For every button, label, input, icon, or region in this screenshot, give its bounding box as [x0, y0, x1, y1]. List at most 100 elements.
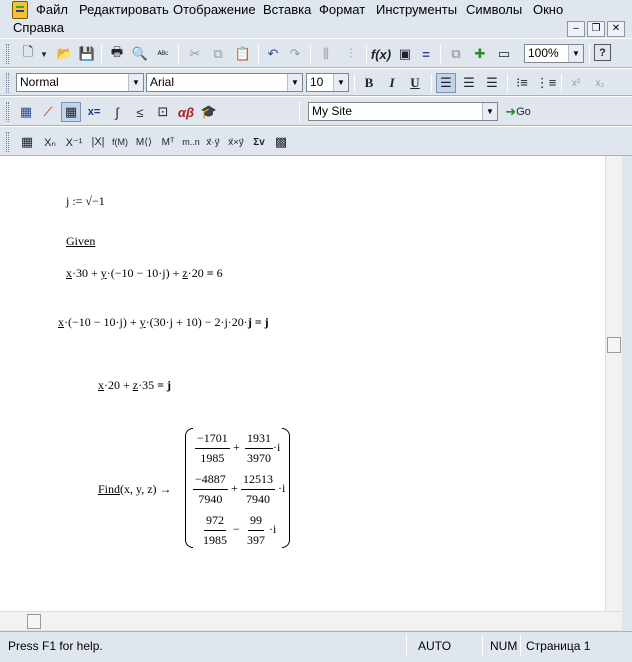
copy-icon[interactable]: ⧉ [208, 44, 228, 64]
matrix-row3-real: 972 1985 [203, 513, 227, 547]
equation-j-definition[interactable]: j := √−1 [66, 194, 105, 209]
greek-icon[interactable]: αβ [176, 102, 196, 122]
menu-edit[interactable]: Редактировать [79, 1, 169, 19]
menu-view[interactable]: Отображение [173, 1, 256, 19]
boolean-icon[interactable]: ≤ [130, 102, 150, 122]
separator [101, 45, 102, 63]
resource-site-select[interactable]: My Site ▼ [308, 102, 498, 121]
align-right-icon[interactable]: ☰ [482, 73, 502, 93]
chevron-down-icon[interactable]: ▼ [128, 74, 143, 91]
matrix-icon[interactable]: ▦ [61, 102, 81, 122]
calculator-icon[interactable]: ▦ [16, 102, 36, 122]
vector-sum-icon[interactable]: Σv [249, 132, 269, 152]
align-icon[interactable]: ⫼ [316, 44, 336, 64]
print-icon[interactable]: 🖶 [107, 44, 127, 64]
chevron-down-icon[interactable]: ▼ [287, 74, 302, 91]
size-value: 10 [310, 75, 324, 89]
worksheet[interactable]: j := √−1 Given x·30 + y·(−10 − 10·j) + z… [0, 156, 605, 611]
help-icon[interactable]: ? [594, 44, 611, 61]
cross-product-icon[interactable]: x⃗×y⃗ [226, 132, 246, 152]
menu-window[interactable]: Окно [533, 1, 563, 19]
menu-file[interactable]: Файл [36, 1, 68, 19]
align-center-icon[interactable]: ☰ [459, 73, 479, 93]
bold-icon[interactable]: B [359, 73, 379, 93]
graph-icon[interactable]: ⟋ [38, 102, 58, 122]
print-preview-icon[interactable]: 🔍 [130, 44, 150, 64]
chevron-down-icon[interactable]: ▼ [568, 45, 583, 62]
numbering-icon[interactable]: ⋮≡ [536, 73, 557, 93]
column-icon[interactable]: M⟨⟩ [134, 132, 154, 152]
toolbar-grip[interactable] [6, 73, 9, 93]
evaluation-icon[interactable]: x= [84, 102, 104, 122]
vectorize-icon[interactable]: f(M) [110, 132, 130, 152]
go-button[interactable]: ➜ Go [500, 102, 536, 122]
constraint-3[interactable]: x·20 + z·35 = j [98, 378, 171, 393]
open-icon[interactable]: 📂 [55, 44, 75, 64]
vertical-scroll-thumb[interactable] [607, 337, 621, 353]
restore-icon[interactable]: ❐ [587, 21, 605, 37]
matrix-insert-icon[interactable]: ▦ [17, 132, 37, 152]
separator [310, 45, 311, 63]
close-icon[interactable]: ✕ [607, 21, 625, 37]
formatting-toolbar: Normal ▼ Arial ▼ 10 ▼ B I U ☰ ☰ ☰ ⁝≡ ⋮≡ … [0, 68, 632, 96]
constraint-1[interactable]: x·30 + y·(−10 − 10·j) + z·20 = 6 [66, 266, 223, 281]
chevron-down-icon[interactable]: ▼ [482, 103, 497, 120]
menu-help[interactable]: Справка [13, 19, 64, 37]
size-select[interactable]: 10 ▼ [306, 73, 349, 92]
menu-format[interactable]: Формат [319, 1, 365, 19]
save-icon[interactable]: 💾 [77, 44, 97, 64]
toolbar-grip[interactable] [6, 44, 9, 64]
zoom-select[interactable]: 100% ▼ [524, 44, 584, 63]
align-down-icon[interactable]: ⫶ [341, 44, 361, 64]
spell-check-icon[interactable]: ᴬᴮᶜ [153, 44, 173, 64]
matrix-row2-imag: 12513 7940 [241, 472, 275, 506]
unit-icon[interactable]: ▣ [395, 44, 415, 64]
status-bar: Press F1 for help. AUTO NUM Страница 1 [0, 631, 632, 662]
paste-icon[interactable]: 📋 [233, 44, 253, 64]
result-matrix[interactable]: −1701 1985 + 1931 3970 ·i −4887 7940 + 1… [185, 428, 290, 548]
menu-symbols[interactable]: Символы [466, 1, 522, 19]
subscript-icon[interactable]: x₂ [590, 73, 610, 93]
programming-icon[interactable]: ⊡ [153, 102, 173, 122]
inverse-icon[interactable]: X⁻¹ [64, 132, 84, 152]
align-left-icon[interactable]: ☰ [436, 73, 456, 93]
undo-icon[interactable]: ↶ [263, 44, 283, 64]
superscript-icon[interactable]: x² [566, 73, 586, 93]
minimize-icon[interactable]: – [567, 21, 585, 37]
horizontal-scrollbar[interactable] [0, 611, 622, 630]
bullets-icon[interactable]: ⁝≡ [512, 73, 532, 93]
style-select[interactable]: Normal ▼ [16, 73, 144, 92]
window-icon[interactable]: ▭ [494, 44, 514, 64]
determinant-icon[interactable]: |X| [88, 132, 108, 152]
standard-toolbar: 🗋 ▼ 📂 💾 🖶 🔍 ᴬᴮᶜ ✂ ⧉ 📋 ↶ ↷ ⫼ ⫶ f(x) ▣ = ⧉… [0, 38, 632, 68]
toolbar-grip[interactable] [6, 132, 9, 152]
cut-icon[interactable]: ✂ [185, 44, 205, 64]
constraint-2[interactable]: x·(−10 − 10·j) + y·(30·j + 10) − 2·j·20·… [58, 315, 269, 330]
chevron-down-icon[interactable]: ▼ [333, 74, 348, 91]
picture-icon[interactable]: ▩ [271, 132, 291, 152]
component-icon[interactable]: ⧉ [446, 44, 466, 64]
new-dropdown-icon[interactable]: ▼ [34, 44, 54, 64]
transpose-icon[interactable]: Mᵀ [158, 132, 178, 152]
vertical-scrollbar[interactable] [605, 156, 622, 611]
calculus-icon[interactable]: ∫ [107, 102, 127, 122]
resource-icon[interactable]: ✚ [470, 44, 490, 64]
dot-product-icon[interactable]: x⃗·y⃗ [203, 132, 223, 152]
menu-tools[interactable]: Инструменты [376, 1, 457, 19]
equals-icon[interactable]: = [416, 44, 436, 64]
menu-insert[interactable]: Вставка [263, 1, 311, 19]
separator [589, 45, 590, 63]
italic-icon[interactable]: I [382, 73, 402, 93]
function-icon[interactable]: f(x) [371, 44, 391, 64]
underline-icon[interactable]: U [405, 73, 425, 93]
font-select[interactable]: Arial ▼ [146, 73, 303, 92]
subscript-index-icon[interactable]: Xₙ [40, 132, 60, 152]
redo-icon[interactable]: ↷ [285, 44, 305, 64]
toolbar-grip[interactable] [6, 102, 9, 122]
symbolic-icon[interactable]: 🎓 [199, 102, 219, 122]
horizontal-scroll-thumb[interactable] [27, 614, 41, 629]
range-icon[interactable]: m..n [180, 132, 202, 152]
find-expression[interactable]: Find(x, y, z) → [98, 482, 172, 497]
given-keyword[interactable]: Given [66, 234, 95, 249]
app-icon[interactable] [12, 1, 28, 19]
